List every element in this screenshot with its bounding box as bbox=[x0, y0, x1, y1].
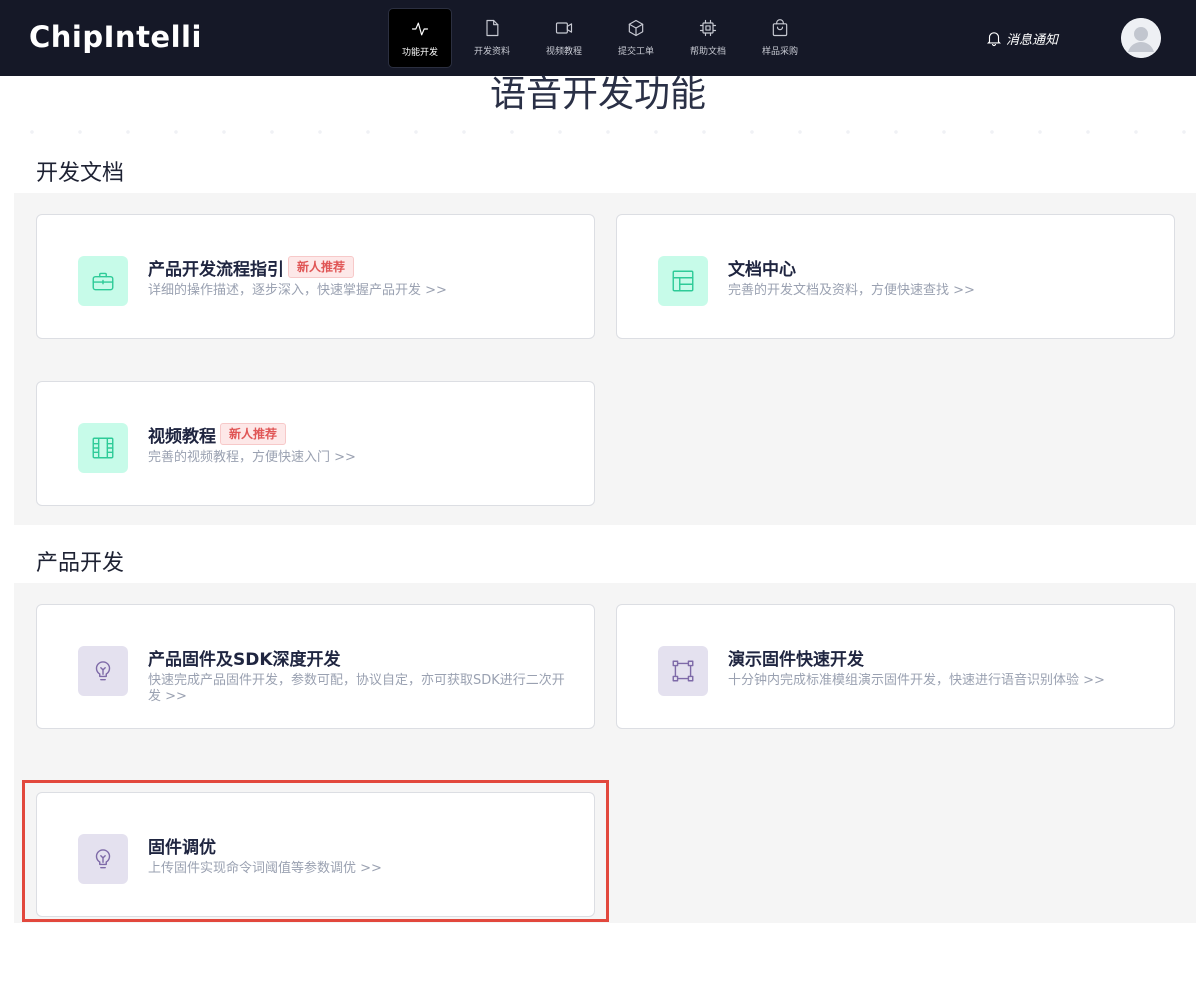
nav-item-sample-purchase[interactable]: 样品采购 bbox=[748, 8, 812, 68]
card-title: 固件调优 bbox=[148, 833, 216, 858]
card-description: 快速完成产品固件开发，参数可配，协议自定，亦可获取SDK进行二次开发 >> bbox=[148, 673, 565, 704]
lightbulb-icon bbox=[95, 661, 111, 681]
shopping-bag-icon bbox=[772, 19, 788, 37]
nav-item-label: 开发资料 bbox=[473, 47, 510, 57]
card-product-dev-guide[interactable]: 产品开发流程指引 新人推荐 详细的操作描述，逐步深入，快速掌握产品开发 >> bbox=[36, 214, 595, 339]
card-title: 产品开发流程指引 新人推荐 bbox=[148, 255, 355, 280]
card-title-text: 固件调优 bbox=[148, 837, 216, 858]
card-description: 完善的视频教程，方便快速入门 >> bbox=[148, 450, 356, 465]
chip-icon bbox=[699, 19, 717, 37]
card-icon-bg bbox=[78, 256, 128, 306]
bell-icon bbox=[987, 32, 1001, 46]
nav-item-label: 提交工单 bbox=[617, 47, 654, 57]
activity-icon bbox=[411, 22, 429, 36]
card-title-text: 产品开发流程指引 bbox=[148, 259, 284, 280]
section-title-product-dev: 产品开发 bbox=[36, 551, 125, 576]
nav-item-label: 样品采购 bbox=[761, 47, 798, 57]
card-firmware-tuning[interactable]: 固件调优 上传固件实现命令词阈值等参数调优 >> bbox=[36, 792, 595, 917]
card-icon-bg bbox=[78, 646, 128, 696]
toolbox-icon bbox=[92, 272, 114, 291]
notifications-label: 消息通知 bbox=[1006, 32, 1059, 48]
card-title-text: 文档中心 bbox=[728, 259, 796, 280]
card-title-text: 产品固件及SDK深度开发 bbox=[148, 649, 341, 670]
new-user-badge: 新人推荐 bbox=[220, 423, 287, 445]
user-icon bbox=[1121, 18, 1161, 58]
card-title-text: 视频教程 bbox=[148, 426, 216, 447]
brand-logo[interactable]: ChipIntelli bbox=[29, 17, 202, 57]
notifications-link[interactable]: 消息通知 bbox=[985, 27, 1058, 49]
card-icon-bg bbox=[78, 834, 128, 884]
card-title: 视频教程 新人推荐 bbox=[148, 422, 287, 447]
nav-item-video-tutorial[interactable]: 视频教程 bbox=[532, 8, 596, 68]
nav-item-label: 视频教程 bbox=[545, 47, 582, 57]
card-icon-bg bbox=[658, 256, 708, 306]
lightbulb-icon bbox=[95, 849, 111, 869]
nav-item-feature-dev[interactable]: 功能开发 bbox=[388, 8, 452, 68]
cube-icon bbox=[628, 19, 644, 37]
nav-item-submit-ticket[interactable]: 提交工单 bbox=[604, 8, 668, 68]
new-user-badge: 新人推荐 bbox=[288, 256, 355, 278]
decorative-dot-pattern bbox=[0, 108, 1196, 168]
card-description: 详细的操作描述，逐步深入，快速掌握产品开发 >> bbox=[148, 283, 447, 298]
frame-icon bbox=[672, 660, 694, 682]
user-avatar[interactable] bbox=[1121, 18, 1161, 58]
document-icon bbox=[486, 19, 499, 37]
card-icon-bg bbox=[78, 423, 128, 473]
nav-item-label: 帮助文档 bbox=[689, 47, 726, 57]
nav-item-help-docs[interactable]: 帮助文档 bbox=[676, 8, 740, 68]
nav-item-dev-materials[interactable]: 开发资料 bbox=[460, 8, 524, 68]
card-demo-firmware-dev[interactable]: 演示固件快速开发 十分钟内完成标准模组演示固件开发，快速进行语音识别体验 >> bbox=[616, 604, 1175, 729]
film-icon bbox=[92, 437, 114, 459]
card-title-text: 演示固件快速开发 bbox=[728, 649, 864, 670]
card-icon-bg bbox=[658, 646, 708, 696]
card-description: 完善的开发文档及资料，方便快速查找 >> bbox=[728, 283, 975, 298]
video-icon bbox=[555, 22, 573, 34]
card-description: 上传固件实现命令词阈值等参数调优 >> bbox=[148, 861, 382, 876]
top-navbar: ChipIntelli 功能开发 开发资料 视频教程 提交工单 帮助文档 样品采… bbox=[0, 0, 1196, 76]
nav-item-label: 功能开发 bbox=[401, 48, 438, 58]
card-video-tutorial[interactable]: 视频教程 新人推荐 完善的视频教程，方便快速入门 >> bbox=[36, 381, 595, 506]
card-title: 演示固件快速开发 bbox=[728, 645, 864, 670]
section-title-dev-docs: 开发文档 bbox=[36, 161, 125, 186]
card-title: 产品固件及SDK深度开发 bbox=[148, 645, 341, 670]
layout-icon bbox=[672, 270, 694, 292]
card-description: 十分钟内完成标准模组演示固件开发，快速进行语音识别体验 >> bbox=[728, 673, 1105, 688]
card-title: 文档中心 bbox=[728, 255, 796, 280]
main-nav: 功能开发 开发资料 视频教程 提交工单 帮助文档 样品采购 bbox=[388, 8, 820, 68]
page-title: 语音开发功能 bbox=[489, 74, 706, 115]
card-firmware-sdk-dev[interactable]: 产品固件及SDK深度开发 快速完成产品固件开发，参数可配，协议自定，亦可获取SD… bbox=[36, 604, 595, 729]
card-doc-center[interactable]: 文档中心 完善的开发文档及资料，方便快速查找 >> bbox=[616, 214, 1175, 339]
